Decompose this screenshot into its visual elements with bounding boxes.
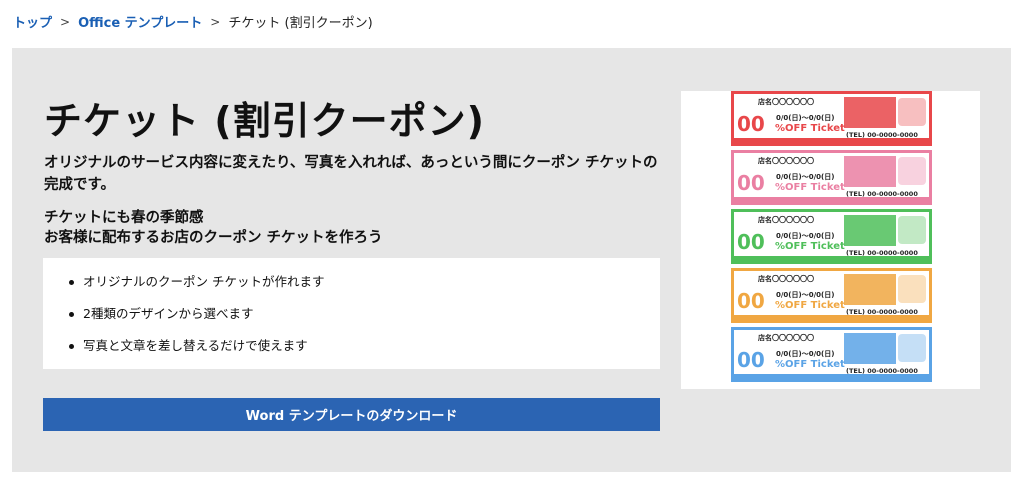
- sub-heading-line1: チケットにも春の季節感: [44, 210, 204, 226]
- ticket-photo: [898, 275, 926, 303]
- ticket-photo: [898, 216, 926, 244]
- breadcrumb-separator: >: [210, 14, 221, 29]
- ticket-text-box: [844, 215, 896, 246]
- sub-heading: チケットにも春の季節感 お客様に配布するお店のクーポン チケットを作ろう: [44, 208, 383, 248]
- ticket-tel: (TEL) 00-0000-0000: [846, 308, 918, 316]
- feature-item: 2種類のデザインから選べます: [69, 302, 660, 334]
- ticket-preview: 店名〇〇〇〇〇〇 00 0/0(日)〜0/0(日) %OFF Ticket (T…: [731, 91, 932, 146]
- download-button[interactable]: Word テンプレートのダウンロード: [43, 398, 660, 431]
- template-panel: チケット (割引クーポン) オリジナルのサービス内容に変えたり、写真を入れれば、…: [12, 48, 1011, 472]
- ticket-preview: 店名〇〇〇〇〇〇 00 0/0(日)〜0/0(日) %OFF Ticket (T…: [731, 268, 932, 323]
- ticket-tel: (TEL) 00-0000-0000: [846, 249, 918, 257]
- ticket-off-label: %OFF Ticket: [775, 359, 845, 370]
- ticket-preview: 店名〇〇〇〇〇〇 00 0/0(日)〜0/0(日) %OFF Ticket (T…: [731, 327, 932, 382]
- lead-text: オリジナルのサービス内容に変えたり、写真を入れれば、あっという間にクーポン チケ…: [44, 155, 658, 193]
- ticket-date: 0/0(日)〜0/0(日): [776, 291, 835, 299]
- ticket-text-box: [844, 333, 896, 364]
- breadcrumb-office-link[interactable]: Office テンプレート: [78, 12, 202, 31]
- breadcrumb-separator: >: [60, 14, 71, 29]
- ticket-off-label: %OFF Ticket: [775, 182, 845, 193]
- ticket-shop-name: 店名〇〇〇〇〇〇: [758, 216, 814, 224]
- ticket-number: 00: [737, 112, 765, 136]
- ticket-date: 0/0(日)〜0/0(日): [776, 114, 835, 122]
- ticket-shop-name: 店名〇〇〇〇〇〇: [758, 334, 814, 342]
- bullet-icon: [69, 312, 74, 317]
- ticket-photo: [898, 98, 926, 126]
- ticket-off-label: %OFF Ticket: [775, 300, 845, 311]
- ticket-shop-name: 店名〇〇〇〇〇〇: [758, 275, 814, 283]
- bullet-icon: [69, 344, 74, 349]
- feature-text: 写真と文章を差し替えるだけで使えます: [83, 338, 308, 353]
- ticket-date: 0/0(日)〜0/0(日): [776, 232, 835, 240]
- ticket-number: 00: [737, 230, 765, 254]
- ticket-date: 0/0(日)〜0/0(日): [776, 350, 835, 358]
- ticket-date: 0/0(日)〜0/0(日): [776, 173, 835, 181]
- sub-heading-line2: お客様に配布するお店のクーポン チケットを作ろう: [44, 230, 383, 246]
- breadcrumb-home-link[interactable]: トップ: [13, 12, 52, 31]
- ticket-text-box: [844, 156, 896, 187]
- ticket-number: 00: [737, 289, 765, 313]
- feature-item: 写真と文章を差し替えるだけで使えます: [69, 334, 660, 366]
- breadcrumb: トップ > Office テンプレート > チケット (割引クーポン): [13, 12, 373, 32]
- feature-text: 2種類のデザインから選べます: [83, 306, 254, 321]
- bullet-icon: [69, 280, 74, 285]
- ticket-photo: [898, 334, 926, 362]
- ticket-tel: (TEL) 00-0000-0000: [846, 131, 918, 139]
- ticket-shop-name: 店名〇〇〇〇〇〇: [758, 98, 814, 106]
- feature-list: オリジナルのクーポン チケットが作れます 2種類のデザインから選べます 写真と文…: [43, 258, 660, 369]
- ticket-number: 00: [737, 171, 765, 195]
- ticket-shop-name: 店名〇〇〇〇〇〇: [758, 157, 814, 165]
- ticket-off-label: %OFF Ticket: [775, 241, 845, 252]
- template-preview-image[interactable]: 店名〇〇〇〇〇〇 00 0/0(日)〜0/0(日) %OFF Ticket (T…: [681, 91, 980, 389]
- ticket-text-box: [844, 97, 896, 128]
- feature-item: オリジナルのクーポン チケットが作れます: [69, 270, 660, 302]
- page-title: チケット (割引クーポン): [44, 99, 485, 143]
- ticket-text-box: [844, 274, 896, 305]
- ticket-preview: 店名〇〇〇〇〇〇 00 0/0(日)〜0/0(日) %OFF Ticket (T…: [731, 150, 932, 205]
- ticket-off-label: %OFF Ticket: [775, 123, 845, 134]
- ticket-number: 00: [737, 348, 765, 372]
- ticket-photo: [898, 157, 926, 185]
- breadcrumb-current: チケット (割引クーポン): [228, 16, 373, 31]
- ticket-tel: (TEL) 00-0000-0000: [846, 190, 918, 198]
- ticket-tel: (TEL) 00-0000-0000: [846, 367, 918, 375]
- feature-text: オリジナルのクーポン チケットが作れます: [83, 274, 325, 289]
- ticket-preview: 店名〇〇〇〇〇〇 00 0/0(日)〜0/0(日) %OFF Ticket (T…: [731, 209, 932, 264]
